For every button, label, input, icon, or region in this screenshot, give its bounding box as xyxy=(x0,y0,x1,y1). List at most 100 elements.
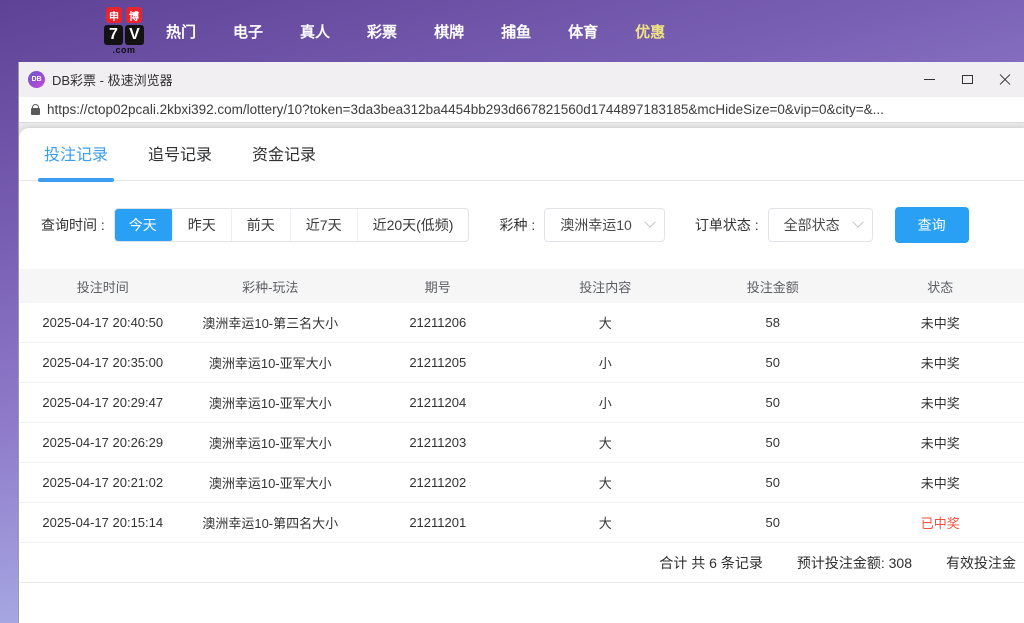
col-header-status: 状态 xyxy=(927,279,954,295)
query-time-label: 查询时间 : xyxy=(41,217,105,233)
cell-lottery-play: 澳洲幸运10-亚军大小 xyxy=(208,396,332,411)
cell-status: 未中奖 xyxy=(920,476,960,491)
cell-status: 未中奖 xyxy=(920,356,960,371)
nav-item-promo[interactable]: 优惠 xyxy=(635,21,665,42)
summary-total-records: 合计 共 6 条记录 xyxy=(659,554,763,571)
site-nav: 热门 电子 真人 彩票 棋牌 捕鱼 体育 优惠 xyxy=(166,21,665,42)
browser-titlebar[interactable]: DB DB彩票 - 极速浏览器 xyxy=(19,62,1024,97)
tab-label: 投注记录 xyxy=(44,147,109,164)
maximize-button[interactable] xyxy=(948,62,986,97)
minimize-icon xyxy=(923,79,935,80)
time-range-group: 今天 昨天 前天 近7天 近20天(低频) xyxy=(113,208,470,242)
time-option-yesterday[interactable]: 昨天 xyxy=(171,209,231,241)
active-tab-underline xyxy=(38,178,115,182)
lock-icon xyxy=(31,103,40,115)
nav-item-chess[interactable]: 棋牌 xyxy=(434,21,464,42)
cell-status: 未中奖 xyxy=(920,436,960,451)
lottery-type-label: 彩种 : xyxy=(499,217,536,233)
table-row: 2025-04-17 20:21:02 澳洲幸运10-亚军大小 21211202… xyxy=(19,463,1024,503)
col-header-bet-time: 投注时间 xyxy=(76,279,129,295)
cell-lottery-play: 澳洲幸运10-第四名大小 xyxy=(202,516,339,531)
cell-bet-amount: 50 xyxy=(765,435,780,450)
cell-issue: 21211206 xyxy=(409,315,467,330)
table-header-row: 投注时间 彩种-玩法 期号 投注内容 投注金额 状态 xyxy=(19,269,1024,303)
window-title: DB彩票 - 极速浏览器 xyxy=(52,73,173,88)
cell-bet-amount: 50 xyxy=(765,355,780,370)
summary-row: 合计 共 6 条记录 预计投注金额: 308 有效投注金 xyxy=(19,543,1024,583)
time-option-7days[interactable]: 近7天 xyxy=(289,209,357,241)
nav-item-fishing[interactable]: 捕鱼 xyxy=(501,21,531,42)
col-header-bet-content: 投注内容 xyxy=(579,279,632,295)
bet-records-table: 投注时间 彩种-玩法 期号 投注内容 投注金额 状态 2025-04-17 20… xyxy=(19,269,1024,543)
table-row: 2025-04-17 20:26:29 澳洲幸运10-亚军大小 21211203… xyxy=(19,423,1024,463)
cell-bet-amount: 50 xyxy=(765,475,780,490)
site-header: 申 博 7 V .com 热门 电子 真人 彩票 棋牌 捕鱼 体育 优惠 xyxy=(0,0,1024,62)
minimize-button[interactable] xyxy=(910,62,948,97)
logo-letters: 7 V xyxy=(104,25,144,45)
window-controls xyxy=(910,62,1024,97)
cell-status: 未中奖 xyxy=(920,316,960,331)
logo-badges: 申 博 xyxy=(106,7,142,23)
cell-issue: 21211204 xyxy=(409,395,467,410)
nav-item-live[interactable]: 真人 xyxy=(300,21,330,42)
cell-bet-time: 2025-04-17 20:15:14 xyxy=(42,515,164,530)
cell-lottery-play: 澳洲幸运10-亚军大小 xyxy=(208,436,332,451)
tab-bet-records[interactable]: 投注记录 xyxy=(38,141,115,182)
tab-label: 资金记录 xyxy=(252,147,317,164)
tab-fund-records[interactable]: 资金记录 xyxy=(252,141,316,180)
time-option-today[interactable]: 今天 xyxy=(114,209,172,241)
maximize-icon xyxy=(961,75,973,84)
cell-lottery-play: 澳洲幸运10-亚军大小 xyxy=(208,356,332,371)
cell-bet-content: 大 xyxy=(598,316,612,331)
cell-bet-content: 大 xyxy=(598,476,612,491)
close-button[interactable] xyxy=(986,62,1024,97)
cell-bet-time: 2025-04-17 20:21:02 xyxy=(42,475,164,490)
nav-item-hot[interactable]: 热门 xyxy=(166,21,196,42)
cell-issue: 21211203 xyxy=(409,435,467,450)
cell-lottery-play: 澳洲幸运10-亚军大小 xyxy=(208,476,332,491)
browser-window: DB DB彩票 - 极速浏览器 https://ctop02pcali.2kbx… xyxy=(18,62,1024,623)
records-card: 投注记录 追号记录 资金记录 查询时间 : 今天 昨天 前天 近7天 近20天(… xyxy=(19,128,1024,623)
cell-bet-amount: 50 xyxy=(765,515,780,530)
col-header-bet-amount: 投注金额 xyxy=(746,279,799,295)
logo-suffix: .com xyxy=(112,45,136,55)
logo-badge: 申 xyxy=(106,7,122,23)
cell-bet-content: 大 xyxy=(598,436,612,451)
site-favicon: DB xyxy=(28,71,45,88)
page-content: 投注记录 追号记录 资金记录 查询时间 : 今天 昨天 前天 近7天 近20天(… xyxy=(19,123,1024,623)
query-button[interactable]: 查询 xyxy=(894,207,969,243)
cell-lottery-play: 澳洲幸运10-第三名大小 xyxy=(202,316,339,331)
cell-bet-time: 2025-04-17 20:29:47 xyxy=(42,395,164,410)
summary-expected-amount: 预计投注金额: 308 xyxy=(796,554,912,571)
site-logo: 申 博 7 V .com xyxy=(104,7,144,55)
cell-bet-time: 2025-04-17 20:26:29 xyxy=(42,435,164,450)
logo-letter: V xyxy=(125,25,144,45)
cell-bet-content: 小 xyxy=(598,396,612,411)
chevron-down-icon xyxy=(644,216,656,228)
lottery-type-select[interactable]: 澳洲幸运10 xyxy=(544,208,665,242)
url-text: https://ctop02pcali.2kbxi392.com/lottery… xyxy=(47,102,884,117)
filter-row: 查询时间 : 今天 昨天 前天 近7天 近20天(低频) 彩种 : 澳洲幸运10… xyxy=(41,207,1024,243)
col-header-lottery-play: 彩种-玩法 xyxy=(242,279,299,295)
cell-issue: 21211201 xyxy=(409,515,467,530)
chevron-down-icon xyxy=(851,216,864,228)
time-option-20days[interactable]: 近20天(低频) xyxy=(356,209,469,241)
order-status-label: 订单状态 : xyxy=(694,217,759,233)
table-row: 2025-04-17 20:15:14 澳洲幸运10-第四名大小 2121120… xyxy=(19,503,1024,543)
nav-item-sports[interactable]: 体育 xyxy=(568,21,598,42)
table-row: 2025-04-17 20:40:50 澳洲幸运10-第三名大小 2121120… xyxy=(19,303,1024,343)
time-option-day-before[interactable]: 前天 xyxy=(230,209,290,241)
logo-badge: 博 xyxy=(126,7,142,23)
summary-valid-amount: 有效投注金 xyxy=(946,554,1016,571)
cell-issue: 21211205 xyxy=(409,355,467,370)
tab-chase-records[interactable]: 追号记录 xyxy=(148,141,212,180)
order-status-select[interactable]: 全部状态 xyxy=(767,208,873,242)
close-icon xyxy=(999,74,1011,86)
cell-bet-content: 小 xyxy=(598,356,612,371)
table-row: 2025-04-17 20:29:47 澳洲幸运10-亚军大小 21211204… xyxy=(19,383,1024,423)
table-row: 2025-04-17 20:35:00 澳洲幸运10-亚军大小 21211205… xyxy=(19,343,1024,383)
nav-item-lottery[interactable]: 彩票 xyxy=(367,21,397,42)
address-bar[interactable]: https://ctop02pcali.2kbxi392.com/lottery… xyxy=(19,97,1024,123)
col-header-issue: 期号 xyxy=(424,279,451,295)
nav-item-electronic[interactable]: 电子 xyxy=(233,21,263,42)
